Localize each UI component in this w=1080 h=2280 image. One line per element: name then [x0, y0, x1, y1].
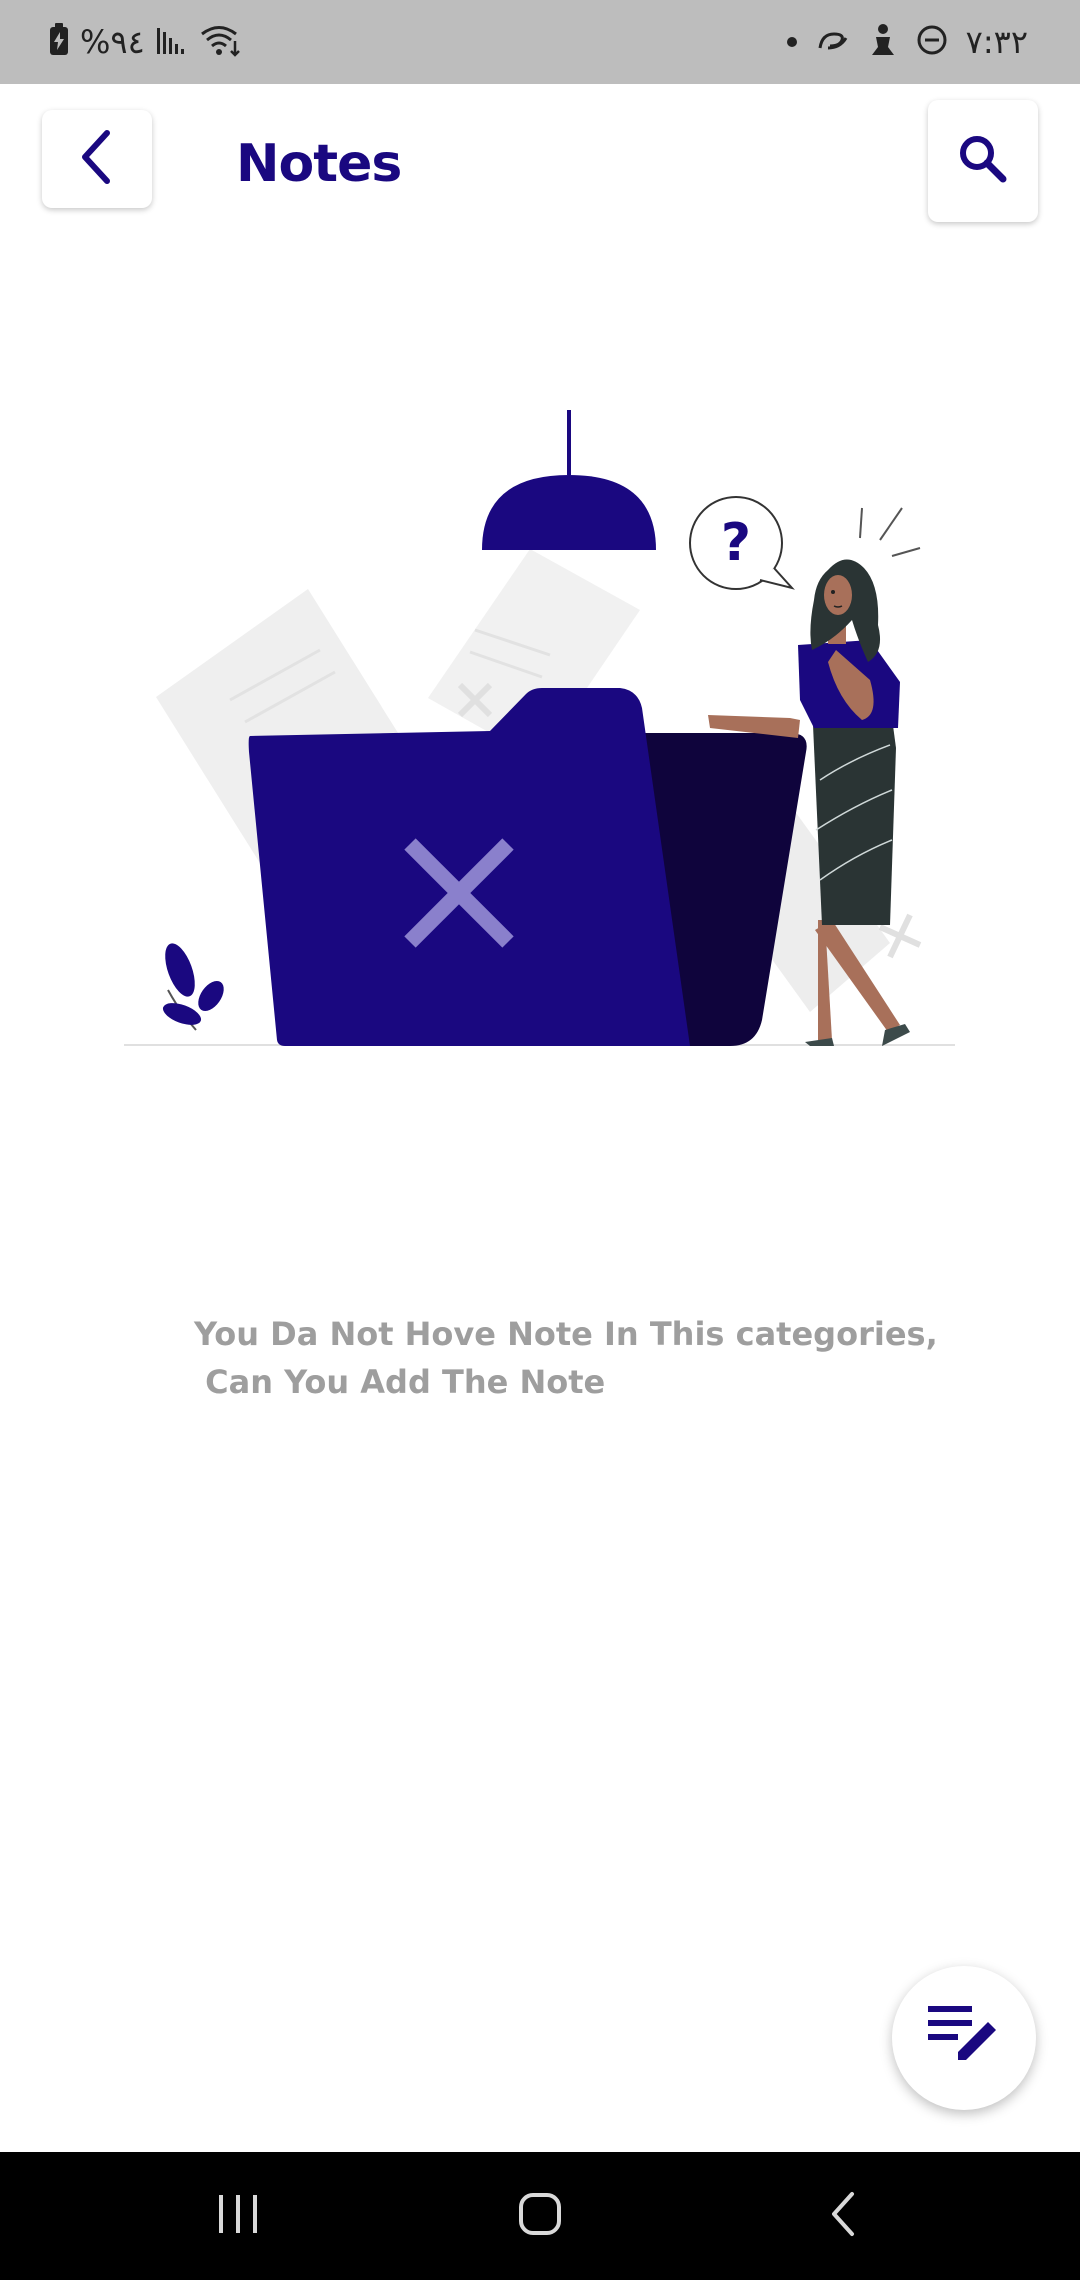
clock-time: ٧:٣٢	[965, 23, 1028, 61]
status-bar: %٩٤ ٧:٣٢	[0, 0, 1080, 84]
battery-charging-icon	[48, 23, 70, 61]
link-icon	[816, 26, 850, 58]
system-nav-bar	[0, 2152, 1080, 2280]
edit-note-icon	[928, 2006, 1000, 2070]
accessibility-icon	[868, 23, 898, 61]
dot-icon	[786, 33, 798, 52]
empty-state-line-1: You Da Not Hove Note In This categories,	[194, 1315, 938, 1353]
home-button[interactable]	[460, 2152, 620, 2280]
add-note-fab[interactable]	[892, 1966, 1036, 2110]
search-button[interactable]	[928, 100, 1038, 222]
do-not-disturb-icon	[916, 24, 948, 60]
recent-apps-icon	[215, 2193, 261, 2239]
home-icon	[518, 2192, 562, 2240]
notes-screen: %٩٤ ٧:٣٢ Notes ? You Da Not Hove Note In…	[0, 0, 1080, 2280]
status-left: %٩٤	[48, 20, 243, 64]
empty-folder-illustration: ?	[110, 400, 990, 1070]
recent-apps-button[interactable]	[158, 2152, 318, 2280]
battery-percent: %٩٤	[80, 23, 145, 61]
nav-back-button[interactable]	[763, 2152, 923, 2280]
chevron-left-icon	[77, 129, 117, 189]
signal-icon	[155, 24, 189, 60]
search-icon	[957, 133, 1009, 189]
plant	[162, 943, 224, 1031]
speech-bubble: ?	[689, 496, 795, 590]
empty-state-line-2: Can You Add The Note	[194, 1363, 606, 1401]
wifi-icon	[199, 23, 243, 61]
back-icon	[828, 2191, 858, 2241]
back-button[interactable]	[42, 110, 152, 208]
svg-text:?: ?	[721, 513, 751, 573]
page-title: Notes	[236, 134, 402, 194]
exclamation-lines	[859, 507, 921, 557]
empty-state-message: You Da Not Hove Note In This categories,…	[194, 1310, 954, 1406]
lamp	[482, 410, 656, 550]
status-right: ٧:٣٢	[786, 20, 1028, 64]
folder-front	[248, 688, 690, 1046]
